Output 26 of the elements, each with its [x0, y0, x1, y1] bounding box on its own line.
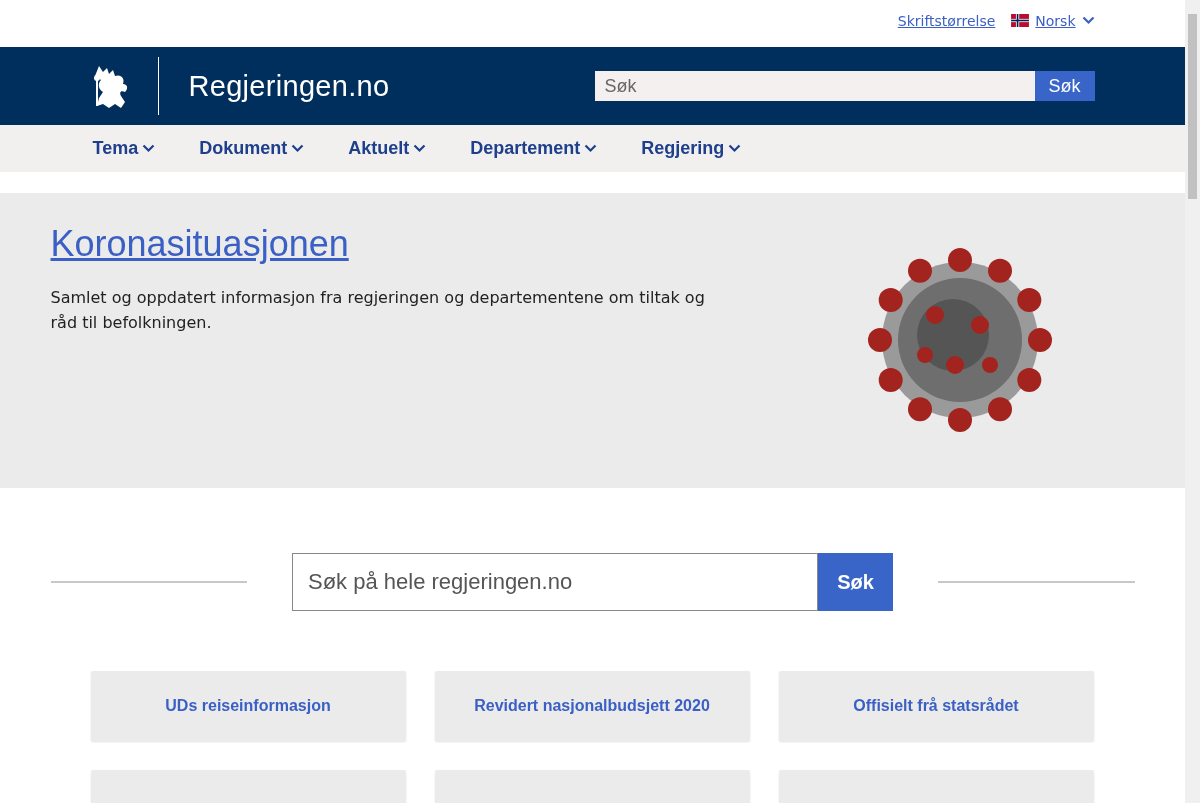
language-selector[interactable]: Norsk: [1011, 12, 1095, 29]
search-button[interactable]: Søk: [818, 553, 893, 611]
hero-title-link[interactable]: Koronasituasjonen: [50, 223, 349, 265]
chevron-down-icon: [584, 144, 598, 153]
nav-menu-item[interactable]: Regjering: [641, 138, 742, 159]
nav-menu-item[interactable]: Aktuelt: [348, 138, 427, 159]
chevron-down-icon: [1081, 16, 1095, 25]
nav-menu-item[interactable]: Departement: [470, 138, 598, 159]
hero-description: Samlet og oppdatert informasjon fra regjeringen og departementene om tiltak og råd til befolkningen.: [50, 287, 706, 334]
flag-icon: [1011, 14, 1030, 27]
chevron-down-icon: [291, 144, 305, 153]
search-field[interactable]: Søk: [594, 71, 1035, 101]
search-field[interactable]: Søk på hele regjeringen.no: [292, 553, 818, 611]
chevron-down-icon: [728, 144, 742, 153]
chevron-down-icon: [142, 144, 156, 153]
nav-menu-item[interactable]: Dokument: [199, 138, 305, 159]
nav-menu-item[interactable]: Tema: [92, 138, 156, 159]
site-name[interactable]: Regjeringen.no: [188, 69, 390, 103]
quick-link-card[interactable]: UDs reiseinformasjon: [90, 671, 406, 741]
quick-link-card[interactable]: Offisielt frå statsrådet: [778, 671, 1094, 741]
search-button[interactable]: Søk: [1034, 71, 1095, 101]
scrollbar[interactable]: [1185, 0, 1200, 803]
scroll-thumb[interactable]: [1188, 14, 1197, 199]
chevron-down-icon: [413, 144, 427, 153]
font-size-link[interactable]: Skriftstørrelse: [897, 12, 996, 29]
quick-link-card[interactable]: Revidert nasjonalbudsjett 2020: [434, 671, 750, 741]
